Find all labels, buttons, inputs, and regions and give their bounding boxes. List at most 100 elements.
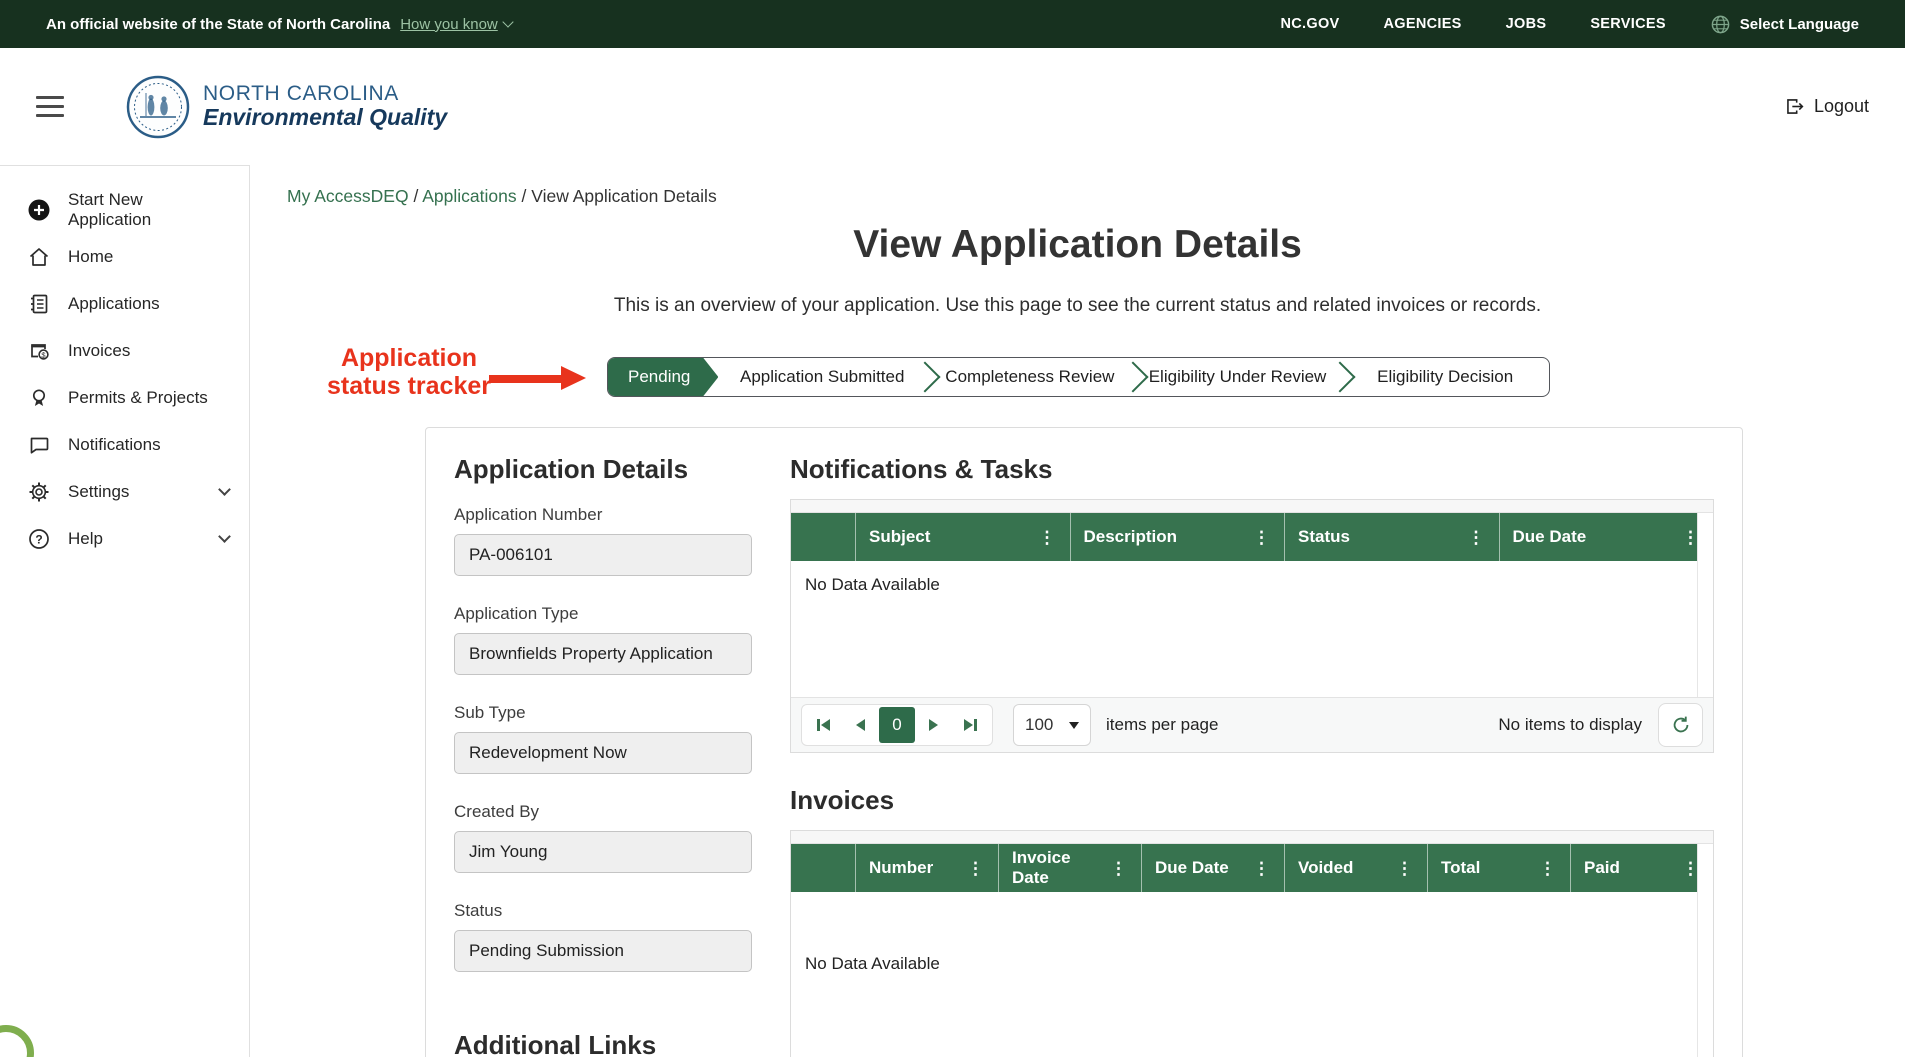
pager-last-icon[interactable] [952,707,989,743]
field-label: Created By [454,802,752,822]
nc-state-seal-icon [126,75,190,139]
sub-type-field: Redevelopment Now [454,732,752,774]
tracker-step-eligibility-under-review: Eligibility Under Review [1134,358,1342,396]
tracker-step-completeness-review: Completeness Review [926,358,1134,396]
brand-line1: NORTH CAROLINA [203,83,447,106]
tracker-step-eligibility-decision: Eligibility Decision [1341,358,1549,396]
deq-logo[interactable]: NORTH CAROLINA Environmental Quality [126,75,447,139]
column-menu-icon[interactable]: ⋮ [1249,858,1274,879]
applications-icon [27,292,51,316]
page-size-dropdown[interactable]: 100 [1013,704,1091,746]
column-menu-icon[interactable]: ⋮ [1035,527,1060,548]
how-you-know-link[interactable]: How you know [400,16,512,33]
grid-toolbar [791,500,1713,513]
breadcrumb: My AccessDEQ / Applications / View Appli… [287,186,1905,207]
grid-scrollbar-spacer [1697,513,1713,697]
sidebar-item-home[interactable]: Home [0,233,249,280]
column-menu-icon[interactable]: ⋮ [1392,858,1417,879]
sidebar-item-permits-projects[interactable]: Permits & Projects [0,374,249,421]
application-details-panel: Application Details Application Number P… [454,454,752,1057]
breadcrumb-applications[interactable]: Applications [422,186,516,206]
notifications-grid-header: Subject ⋮ Description ⋮ Status ⋮ [791,513,1713,561]
notifications-grid-body: No Data Available [791,561,1713,697]
sidebar-item-settings[interactable]: Settings [0,468,249,515]
logout-icon [1784,96,1805,117]
page-title: View Application Details [250,223,1905,267]
site-header: NORTH CAROLINA Environmental Quality Log… [0,48,1905,165]
sidebar-nav: Start New Application Home Applications [0,165,250,1057]
sidebar-item-start-new-application[interactable]: Start New Application [0,186,249,233]
pager-previous-icon[interactable] [842,707,879,743]
invoices-grid-body: No Data Available [791,892,1713,1057]
sidebar-item-notifications[interactable]: Notifications [0,421,249,468]
application-number-field: PA-006101 [454,534,752,576]
svg-text:?: ? [35,532,42,546]
nav-link-agencies[interactable]: AGENCIES [1384,16,1462,32]
no-data-text: No Data Available [805,575,940,594]
application-type-field: Brownfields Property Application [454,633,752,675]
chevron-down-icon [218,483,231,496]
help-icon: ? [27,527,51,551]
notifications-tasks-grid: Subject ⋮ Description ⋮ Status ⋮ [790,499,1714,753]
column-header-total: Total ⋮ [1427,844,1570,892]
column-header-number: Number ⋮ [855,844,998,892]
sidebar-item-invoices[interactable]: $ Invoices [0,327,249,374]
empty-column-header [791,513,855,561]
column-header-due-date: Due Date ⋮ [1141,844,1284,892]
refresh-icon [1670,714,1692,736]
breadcrumb-current: View Application Details [531,186,716,206]
empty-column-header [791,844,855,892]
main-content: My AccessDEQ / Applications / View Appli… [250,165,1905,1057]
column-menu-icon[interactable]: ⋮ [1464,527,1489,548]
nav-link-jobs[interactable]: JOBS [1506,16,1547,32]
field-label: Application Number [454,505,752,525]
notifications-pager: 0 100 items per page No items to display [791,697,1713,752]
sidebar-item-applications[interactable]: Applications [0,280,249,327]
chevron-down-icon [502,16,513,27]
field-label: Status [454,901,752,921]
select-language-button[interactable]: Select Language [1710,14,1859,35]
column-header-invoice-date: Invoice Date ⋮ [998,844,1141,892]
official-state-bar: An official website of the State of Nort… [0,0,1905,48]
breadcrumb-my-accessdeq[interactable]: My AccessDEQ [287,186,409,206]
column-menu-icon[interactable]: ⋮ [963,858,988,879]
invoices-grid-header: Number ⋮ Invoice Date ⋮ Due Date ⋮ [791,844,1713,892]
column-header-paid: Paid ⋮ [1570,844,1713,892]
menu-icon[interactable] [36,96,64,117]
sidebar-item-help[interactable]: ? Help [0,515,249,562]
brand-line2: Environmental Quality [203,105,447,130]
column-header-due-date: Due Date ⋮ [1499,513,1714,561]
application-status-tracker: Pending Application Submitted Completene… [607,357,1550,397]
column-menu-icon[interactable]: ⋮ [1106,858,1131,879]
no-data-text: No Data Available [805,954,940,973]
pager-current-page[interactable]: 0 [879,707,915,743]
column-header-subject: Subject ⋮ [855,513,1070,561]
dropdown-arrow-icon [1069,722,1079,729]
column-menu-icon[interactable]: ⋮ [1535,858,1560,879]
chevron-down-icon [218,530,231,543]
grid-scrollbar-spacer [1697,844,1713,1057]
column-header-voided: Voided ⋮ [1284,844,1427,892]
gear-icon [27,480,51,504]
official-website-text: An official website of the State of Nort… [46,16,390,33]
pager-status-text: No items to display [1498,715,1642,735]
globe-icon [1710,14,1731,35]
pager-first-icon[interactable] [805,707,842,743]
application-details-heading: Application Details [454,454,752,485]
chat-bubble-icon [27,433,51,457]
nav-link-ncgov[interactable]: NC.GOV [1281,16,1340,32]
additional-links-heading: Additional Links [454,1030,752,1057]
page-subtitle: This is an overview of your application.… [250,295,1905,317]
column-header-description: Description ⋮ [1070,513,1285,561]
refresh-button[interactable] [1658,703,1703,747]
nav-link-services[interactable]: SERVICES [1590,16,1665,32]
home-icon [27,245,51,269]
grid-toolbar [791,831,1713,844]
items-per-page-label: items per page [1106,715,1218,735]
invoices-grid: Number ⋮ Invoice Date ⋮ Due Date ⋮ [790,830,1714,1057]
column-menu-icon[interactable]: ⋮ [1249,527,1274,548]
logout-button[interactable]: Logout [1784,96,1869,117]
pager-next-icon[interactable] [915,707,952,743]
created-by-field: Jim Young [454,831,752,873]
invoices-icon: $ [27,339,51,363]
